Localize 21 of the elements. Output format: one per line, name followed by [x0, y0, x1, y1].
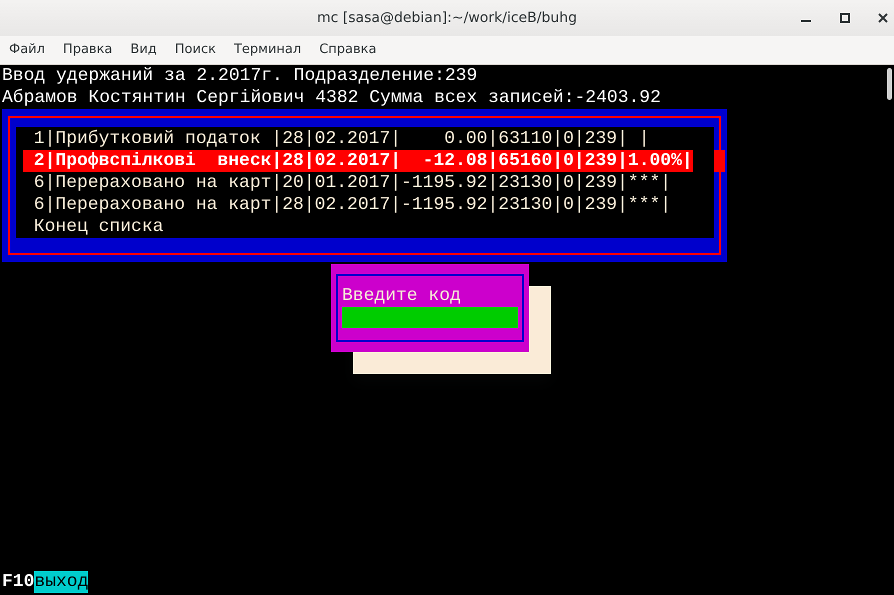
list-end-text: Конец списка: [32, 216, 164, 238]
menu-item[interactable]: Правка: [62, 40, 112, 60]
list-row[interactable]: 6|Перераховано на карт|28|02.2017|-1195.92|23130|0|239|***|: [23, 194, 672, 216]
header-line: Абрамов Костянтин Сергійович 4382 Сумма всех записей:-2403.92: [2, 87, 661, 109]
list-row[interactable]: 6|Перераховано на карт|20|01.2017|-1195.92|23130|0|239|***|: [23, 172, 672, 194]
menu-item[interactable]: Терминал: [234, 40, 302, 60]
header-line: Ввод удержаний за 2.2017г. Подразделение:239: [2, 65, 478, 87]
list-row[interactable]: 1|Прибутковий податок |28|02.2017| 0.00|63110|0|239| |: [23, 128, 650, 150]
maximize-icon[interactable]: [840, 13, 850, 23]
close-icon[interactable]: [878, 13, 888, 23]
scrollbar-thumb[interactable]: [887, 68, 892, 100]
window-title: mc [sasa@debian]:~/work/iceB/buhg: [317, 8, 577, 28]
menu-item[interactable]: Справка: [319, 40, 376, 60]
dialog-prompt: Введите код: [342, 285, 462, 307]
menu-item[interactable]: Файл: [9, 40, 45, 60]
menu-item[interactable]: Вид: [130, 40, 157, 60]
function-key: F10: [2, 571, 34, 593]
list-row[interactable]: 2|Профвспілкові внеск|28|02.2017| -12.08|65160|0|239|1.00%|: [23, 150, 693, 172]
key-action[interactable]: выход: [34, 571, 88, 593]
input-field[interactable]: [342, 307, 518, 328]
menu-item[interactable]: Поиск: [174, 40, 216, 60]
